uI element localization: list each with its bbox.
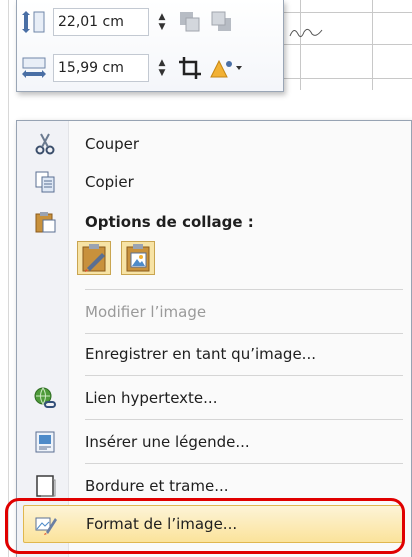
menu-item-options-de-collage: Options de collage : [17, 203, 409, 241]
handwriting-scribble-icon [289, 28, 323, 38]
clipboard-icon [33, 210, 57, 234]
context-menu: Couper Copier Options de collage : Modif [16, 120, 412, 557]
width-input[interactable]: 15,99 cm [53, 54, 149, 82]
send-backward-icon[interactable] [209, 9, 235, 35]
shape-height-icon [21, 9, 47, 35]
menu-item-copier[interactable]: Copier [17, 163, 409, 201]
hyperlink-globe-icon [33, 386, 57, 410]
text-wrapping-icon[interactable] [209, 55, 245, 81]
menu-item-bordure-trame[interactable]: Bordure et trame... [17, 467, 409, 505]
bring-forward-icon[interactable] [177, 9, 203, 35]
width-row: 15,99 cm ▲ ▼ [21, 52, 245, 84]
paste-options-group [77, 241, 165, 275]
menu-item-label: Options de collage : [85, 213, 254, 231]
menu-item-label: Format de l’image... [86, 515, 238, 533]
height-spinner[interactable]: ▲ ▼ [153, 8, 171, 36]
paste-keep-formatting-icon[interactable] [77, 241, 111, 275]
menu-item-label: Couper [85, 135, 140, 153]
screenshot-stage: 22,01 cm ▲ ▼ 15,99 cm ▲ ▼ Couper Copier … [0, 0, 412, 557]
menu-item-label: Bordure et trame... [85, 477, 229, 495]
menu-item-lien-hypertexte[interactable]: Lien hypertexte... [17, 379, 409, 417]
menu-item-enregistrer-image[interactable]: Enregistrer en tant qu’image... [17, 335, 409, 373]
caption-icon [33, 430, 57, 454]
menu-item-label: Lien hypertexte... [85, 389, 218, 407]
paste-as-picture-icon[interactable] [121, 241, 155, 275]
height-input[interactable]: 22,01 cm [53, 8, 149, 36]
menu-item-inserer-legende[interactable]: Insérer une légende... [17, 423, 409, 461]
crop-icon[interactable] [177, 55, 203, 81]
menu-item-format-image[interactable]: Format de l’image... [23, 505, 403, 543]
menu-item-label: Modifier l’image [85, 303, 207, 321]
scissors-icon [33, 132, 57, 156]
border-shading-icon [33, 474, 57, 498]
menu-item-modifier-image: Modifier l’image [17, 293, 409, 331]
menu-item-label: Enregistrer en tant qu’image... [85, 345, 316, 363]
width-spinner[interactable]: ▲ ▼ [153, 54, 171, 82]
format-picture-icon [34, 512, 58, 536]
menu-item-label: Insérer une légende... [85, 433, 250, 451]
copy-icon [33, 170, 57, 194]
menu-item-label: Copier [85, 173, 134, 191]
shape-width-icon [21, 55, 47, 81]
height-row: 22,01 cm ▲ ▼ [21, 6, 235, 38]
mini-toolbar: 22,01 cm ▲ ▼ 15,99 cm ▲ ▼ [16, 0, 284, 92]
menu-item-couper[interactable]: Couper [17, 125, 409, 163]
